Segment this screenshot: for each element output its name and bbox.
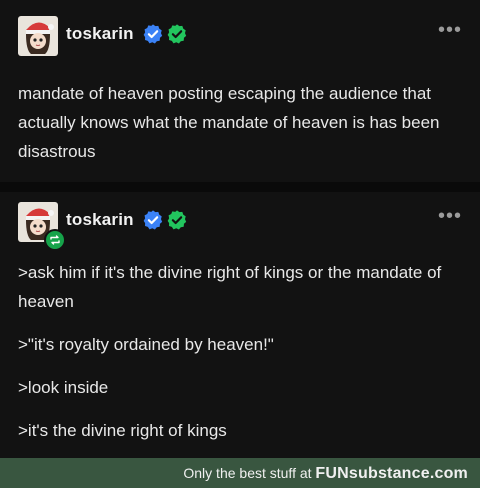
post-text: mandate of heaven posting escaping the a… xyxy=(18,84,440,161)
more-options-icon[interactable]: ••• xyxy=(438,20,462,40)
post-body: mandate of heaven posting escaping the a… xyxy=(18,79,464,166)
verified-blue-icon xyxy=(143,210,163,230)
reblog-icon xyxy=(44,229,66,251)
post-line: >it's the divine right of kings xyxy=(18,421,227,440)
post-line: >look inside xyxy=(18,378,109,397)
post-header: toskarin ••• xyxy=(18,16,462,56)
post-divider xyxy=(0,182,480,192)
watermark-text: Only the best stuff at FUNsubstance.com xyxy=(183,465,468,483)
more-options-icon[interactable]: ••• xyxy=(438,206,462,226)
verified-blue-icon xyxy=(143,24,163,44)
verified-green-icon xyxy=(167,24,187,44)
avatar[interactable] xyxy=(18,16,58,56)
post-header: toskarin ••• xyxy=(18,202,462,251)
post-original: toskarin ••• mandate of heaven posting e… xyxy=(0,0,480,182)
verified-green-icon xyxy=(167,210,187,230)
post-reblog: toskarin ••• >ask him if it's the divine… xyxy=(0,192,480,456)
post-line: >ask him if it's the divine right of kin… xyxy=(18,263,442,311)
watermark-caption: Only the best stuff at xyxy=(183,465,312,481)
watermark-brand: FUNsubstance.com xyxy=(315,465,468,482)
username[interactable]: toskarin xyxy=(66,210,134,230)
post-line: >"it's royalty ordained by heaven!" xyxy=(18,335,274,354)
badge-group xyxy=(142,23,188,45)
badge-group xyxy=(142,209,188,231)
username[interactable]: toskarin xyxy=(66,24,134,44)
watermark-bar: Only the best stuff at FUNsubstance.com xyxy=(0,458,480,488)
post-body: >ask him if it's the divine right of kin… xyxy=(18,258,464,445)
